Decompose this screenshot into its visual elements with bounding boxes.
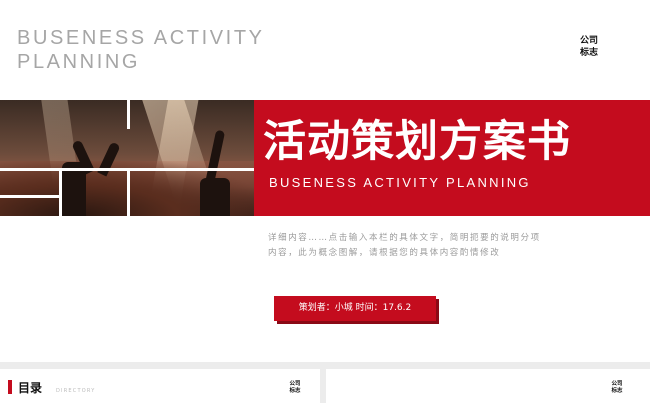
- description-text: 详细内容……点击输入本栏的具体文字，简明扼要的说明分项 内容，此为概念图解，请根…: [268, 231, 628, 261]
- photo-grid-line: [0, 168, 254, 171]
- company-logo: 公司 标志: [571, 35, 607, 59]
- photo-grid-line: [127, 100, 130, 129]
- thumbnail-logo-line1: 公司: [611, 381, 623, 387]
- next-slide-thumbnail[interactable]: [0, 369, 320, 403]
- thumbnail-logo-line2: 标志: [611, 388, 623, 394]
- description-line1: 详细内容……点击输入本栏的具体文字，简明扼要的说明分项: [268, 233, 541, 243]
- logo-line1: 公司: [579, 36, 598, 46]
- chinese-title: 活动策划方案书: [263, 117, 571, 167]
- thumbnail-logo-line1: 公司: [289, 381, 301, 387]
- english-subtitle: BUSENESS ACTIVITY PLANNING: [269, 175, 531, 190]
- english-title-line1: BUSENESS ACTIVITY: [17, 27, 265, 49]
- thumbnail-logo: 公司 标志: [283, 381, 307, 395]
- photo-grid-line: [59, 168, 62, 216]
- thumbnail-logo: 公司 标志: [605, 381, 629, 395]
- toc-title: 目录: [18, 381, 43, 395]
- logo-line2: 标志: [579, 48, 598, 58]
- raised-arm-figure: [200, 178, 230, 216]
- next-slide-thumbnail[interactable]: [326, 369, 650, 403]
- thumbnail-logo-line2: 标志: [289, 388, 301, 394]
- photo-grid-line: [0, 195, 60, 198]
- slide-canvas: BUSENESS ACTIVITY PLANNING 公司 标志 活动策划方案书…: [0, 0, 650, 362]
- english-title: BUSENESS ACTIVITY PLANNING: [17, 26, 265, 74]
- description-line2: 内容，此为概念图解，请根据您的具体内容酌情修改: [268, 248, 501, 258]
- toc-accent-bar: [8, 380, 12, 394]
- toc-subtitle: DIRECTORY: [56, 388, 96, 394]
- english-title-line2: PLANNING: [17, 51, 141, 73]
- planner-badge: 策划者：小城 时间：17.6.2: [274, 296, 436, 321]
- photo-grid-line: [127, 168, 130, 216]
